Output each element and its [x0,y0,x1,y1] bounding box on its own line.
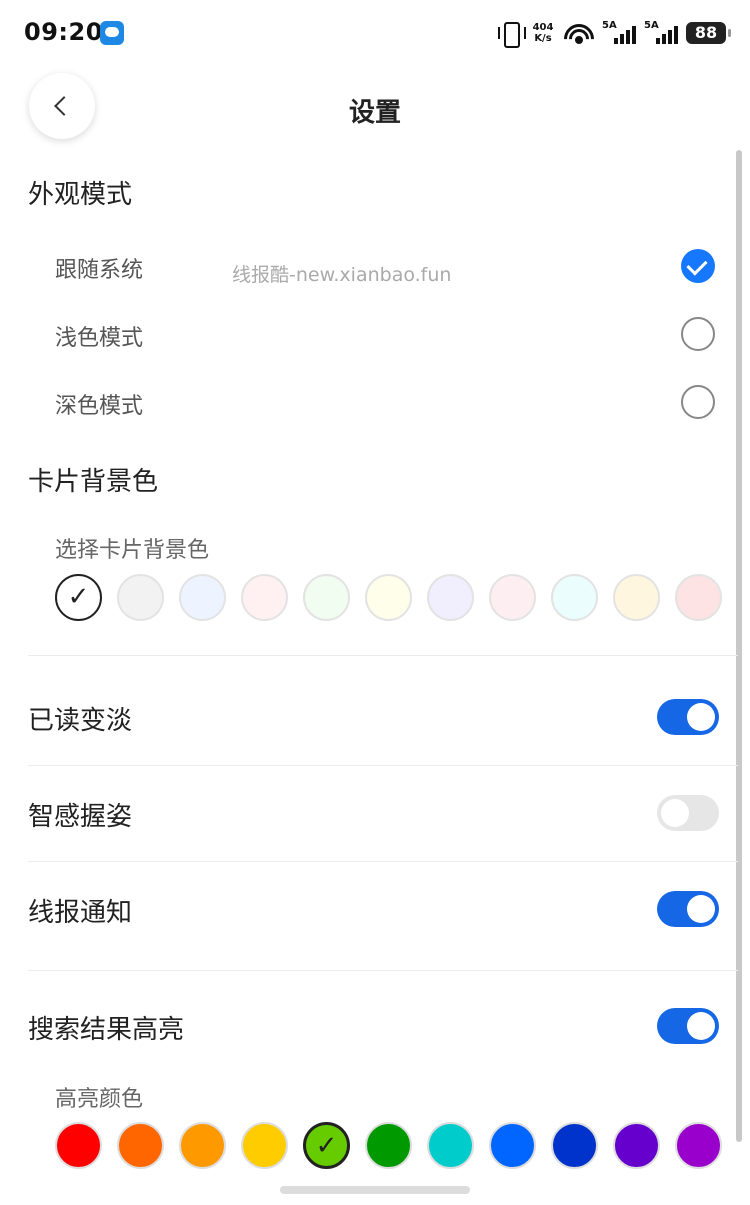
deal-notify-toggle[interactable] [657,891,719,927]
card-color-swatch[interactable] [613,574,660,621]
highlight-color-swatch[interactable] [489,1122,536,1169]
network-speed-unit: K/s [534,33,552,44]
read-fade-toggle[interactable] [657,699,719,735]
highlight-color-swatch[interactable]: ✓ [303,1122,350,1169]
option-dark-mode-label[interactable]: 深色模式 [55,388,143,420]
search-highlight-toggle[interactable] [657,1008,719,1044]
appearance-section-title: 外观模式 [28,180,133,210]
signal-icon-sim1: 5A [602,20,636,46]
vibrate-icon [498,21,526,48]
option-follow-system-label[interactable]: 跟随系统 [55,252,143,284]
card-color-swatch[interactable] [179,574,226,621]
home-indicator[interactable] [280,1186,470,1194]
highlight-color-swatch[interactable] [613,1122,660,1169]
card-color-swatch[interactable] [117,574,164,621]
page-title: 设置 [348,98,401,128]
card-bg-sub-label: 选择卡片背景色 [55,538,210,563]
card-color-swatch[interactable] [427,574,474,621]
card-color-swatch[interactable] [551,574,598,621]
divider [28,765,738,766]
status-time: 09:20 [24,18,103,46]
highlight-color-swatch[interactable] [117,1122,164,1169]
scrollbar[interactable] [736,150,742,1142]
card-color-swatch[interactable] [675,574,722,621]
highlight-color-swatch[interactable] [55,1122,102,1169]
card-bg-color-row: ✓ [55,574,722,621]
watermark: 线报酷-new.xianbao.fun [232,264,452,286]
read-fade-label: 已读变淡 [28,706,133,736]
highlight-color-sub-label: 高亮颜色 [55,1087,144,1112]
network-speed: 404 K/s [530,22,556,44]
highlight-color-swatch[interactable] [365,1122,412,1169]
check-icon: ✓ [67,582,90,612]
divider [28,861,738,862]
battery-level: 88 [686,22,731,44]
status-icons: 404 K/s 5A 5A 88 [498,18,731,48]
card-bg-section-title: 卡片背景色 [28,467,159,497]
smart-grip-toggle[interactable] [657,795,719,831]
deal-notify-label: 线报通知 [28,898,133,928]
card-color-swatch[interactable] [303,574,350,621]
highlight-color-swatch[interactable] [179,1122,226,1169]
card-color-swatch[interactable] [365,574,412,621]
network-speed-value: 404 [532,22,554,33]
radio-light-mode[interactable] [681,317,715,351]
smart-grip-label: 智感握姿 [28,802,133,832]
highlight-color-swatch[interactable] [675,1122,722,1169]
radio-follow-system[interactable] [681,249,715,283]
divider [28,655,738,656]
card-color-swatch[interactable] [489,574,536,621]
highlight-color-swatch[interactable] [241,1122,288,1169]
highlight-color-swatch[interactable] [551,1122,598,1169]
divider [28,970,738,971]
status-bar: 09:20 404 K/s 5A 5A 88 [0,0,750,66]
check-icon: ✓ [315,1131,338,1161]
search-highlight-label: 搜索结果高亮 [28,1015,185,1045]
signal-icon-sim2: 5A [644,20,678,46]
option-light-mode-label[interactable]: 浅色模式 [55,320,143,352]
highlight-color-swatch[interactable] [427,1122,474,1169]
card-color-swatch[interactable]: ✓ [55,574,102,621]
message-notification-icon [100,21,124,45]
highlight-color-row: ✓ [55,1122,722,1169]
radio-dark-mode[interactable] [681,385,715,419]
wifi-icon [564,22,594,44]
card-color-swatch[interactable] [241,574,288,621]
